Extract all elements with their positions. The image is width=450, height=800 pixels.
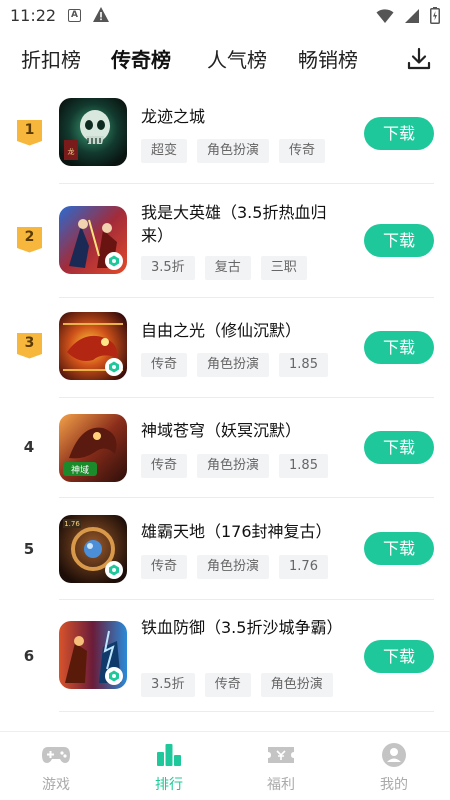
download-tray-icon[interactable] [406,46,432,72]
tab-popular[interactable]: 人气榜 [207,44,267,73]
nav-label: 福利 [267,777,295,793]
list-item[interactable]: 6 铁血防御（3.5折沙城争霸） 3.5折 传奇 角色扮演 下载 [0,600,450,712]
game-title: 我是大英雄（3.5折热血归来） [141,203,327,245]
tag: 传奇 [141,454,188,478]
rank-number: 6 [23,647,35,665]
tag-list: 传奇 角色扮演 1.85 [141,454,328,478]
battery-icon [430,7,440,28]
bottom-nav: 游戏 排行 福利 我的 [0,731,450,800]
download-button[interactable]: 下载 [364,532,434,565]
list-item[interactable]: 3 自由之光（修仙沉默） 传奇 角色扮演 1.85 下载 [0,298,450,398]
list-item[interactable]: 1 龙 龙迹之城 超变 角色扮演 传奇 下载 [0,84,450,184]
nav-label: 排行 [155,777,183,793]
tag: 角色扮演 [197,353,270,377]
verified-badge-icon [105,561,123,579]
game-title: 龙迹之城 [141,107,206,126]
game-icon[interactable] [59,206,127,274]
nav-games[interactable]: 游戏 [26,742,86,794]
tab-label: 人气榜 [207,48,267,72]
tag: 1.85 [279,454,328,478]
tag: 传奇 [279,139,326,163]
tag: 3.5折 [141,256,195,280]
rank-badge: 2 [16,226,43,253]
tag-list: 3.5折 复古 三职 [141,256,307,280]
tag: 传奇 [141,555,188,579]
tab-bestseller[interactable]: 畅销榜 [298,44,358,73]
list-item[interactable]: 4 神域 神域苍穹（妖冥沉默） 传奇 角色扮演 1.85 下载 [0,398,450,498]
tab-legend[interactable]: 传奇榜 [109,44,173,73]
divider [59,711,434,712]
signal-icon [404,8,420,28]
game-title: 自由之光（修仙沉默） [141,321,302,340]
tag: 三职 [260,256,307,280]
ranking-tabs: 折扣榜 传奇榜 人气榜 畅销榜 [0,38,450,80]
bar-chart-icon [154,742,184,768]
rank-badge: 3 [16,332,43,359]
user-icon [379,742,409,768]
tag: 3.5折 [141,673,195,697]
tag: 角色扮演 [197,139,270,163]
tag: 角色扮演 [197,454,270,478]
download-button[interactable]: 下载 [364,117,434,150]
game-title: 铁血防御（3.5折沙城争霸） [141,618,343,637]
verified-badge-icon [105,667,123,685]
game-icon[interactable]: 神域 [59,414,127,482]
tag: 1.85 [279,353,328,377]
game-icon[interactable]: 1.76 [59,515,127,583]
download-button[interactable]: 下载 [364,431,434,464]
game-title: 雄霸天地（176封神复古） [141,522,332,541]
game-title: 神域苍穹（妖冥沉默） [141,421,302,440]
verified-badge-icon [105,358,123,376]
tag: 传奇 [141,353,188,377]
coupon-icon [266,742,296,768]
warning-icon [92,6,110,27]
list-item[interactable]: 5 1.76 雄霸天地（176封神复古） 传奇 角色扮演 1.76 下载 [0,498,450,600]
rank-number: 3 [24,335,35,351]
status-time: 11:22 [10,6,57,25]
tag-list: 超变 角色扮演 传奇 [141,139,326,163]
tab-discount[interactable]: 折扣榜 [21,44,81,73]
rank-number: 4 [23,438,35,456]
gamepad-icon [41,742,71,768]
tag: 角色扮演 [197,555,270,579]
tag-list: 传奇 角色扮演 1.76 [141,555,328,579]
rank-badge: 1 [16,119,43,146]
wifi-icon [376,8,394,28]
status-bar: 11:22 A [0,0,450,32]
download-button[interactable]: 下载 [364,331,434,364]
svg-text:龙: 龙 [68,147,75,156]
tag: 1.76 [279,555,328,579]
tag: 传奇 [204,673,251,697]
tag: 复古 [204,256,251,280]
tab-label: 折扣榜 [21,48,81,72]
game-icon[interactable] [59,621,127,689]
download-button[interactable]: 下载 [364,640,434,673]
tag: 超变 [141,139,188,163]
rank-number: 2 [24,229,35,245]
tab-label: 畅销榜 [298,48,358,72]
verified-badge-icon [105,252,123,270]
notification-a-icon: A [68,9,81,22]
nav-profile[interactable]: 我的 [364,742,424,794]
tag-list: 3.5折 传奇 角色扮演 [141,673,333,697]
list-item[interactable]: 2 我是大英雄（3.5折热血归来） 3.5折 复古 三职 下载 [0,184,450,298]
svg-text:1.76: 1.76 [64,520,80,528]
nav-ranking[interactable]: 排行 [139,742,199,794]
tag: 角色扮演 [260,673,333,697]
game-icon[interactable] [59,312,127,380]
nav-label: 我的 [380,777,408,793]
download-button[interactable]: 下载 [364,224,434,257]
rank-number: 5 [23,540,35,558]
nav-benefits[interactable]: 福利 [251,742,311,794]
rank-number: 1 [24,122,35,138]
game-icon[interactable]: 龙 [59,98,127,166]
tag-list: 传奇 角色扮演 1.85 [141,353,328,377]
svg-text:神域: 神域 [71,464,89,476]
tab-label: 传奇榜 [111,48,171,72]
nav-label: 游戏 [42,777,70,793]
